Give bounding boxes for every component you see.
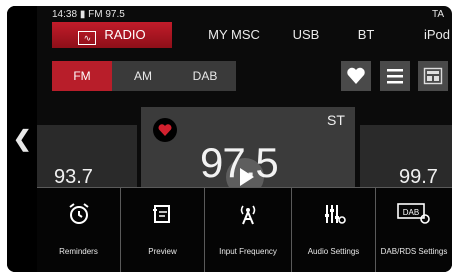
status-bar: 14:38 ▮ FM 97.5 TA bbox=[52, 9, 444, 21]
favorites-button[interactable] bbox=[341, 61, 371, 91]
tab-ipod[interactable]: iPod bbox=[402, 22, 452, 48]
stereo-indicator: ST bbox=[327, 112, 345, 128]
menu-item-label: Audio Settings bbox=[307, 247, 360, 256]
menu-item-input-frequency[interactable]: Input Frequency bbox=[205, 188, 292, 272]
tab-radio[interactable]: ∿ RADIO bbox=[52, 22, 172, 48]
tab-radio-label: RADIO bbox=[104, 27, 146, 42]
radio-wave-icon: ∿ bbox=[78, 31, 97, 45]
band-fm-button[interactable]: FM bbox=[52, 61, 112, 91]
menu-item-audio-settings[interactable]: Audio Settings bbox=[292, 188, 376, 272]
band-am-button[interactable]: AM bbox=[112, 61, 174, 91]
band-selector: FM AM DAB bbox=[52, 61, 236, 91]
chevron-left-icon[interactable]: ❮ bbox=[13, 128, 31, 150]
alarm-icon bbox=[37, 202, 120, 224]
options-menu: Reminders Preview Input Frequency Audio … bbox=[37, 187, 452, 272]
dab-settings-icon: DAB bbox=[376, 202, 452, 224]
ta-indicator: TA bbox=[431, 9, 444, 20]
preview-icon bbox=[121, 202, 204, 224]
menu-item-label: DAB/RDS Settings bbox=[380, 247, 448, 256]
station-list-button[interactable] bbox=[418, 61, 448, 91]
tab-usb[interactable]: USB bbox=[276, 22, 336, 48]
tab-bt[interactable]: BT bbox=[334, 22, 398, 48]
list-button[interactable] bbox=[380, 61, 410, 91]
head-unit-screen: ❮ 14:38 ▮ FM 97.5 TA ∿ RADIO MY MSC USB B… bbox=[7, 6, 452, 272]
menu-item-dab-rds-settings[interactable]: DAB DAB/RDS Settings bbox=[376, 188, 452, 272]
band-dab-button[interactable]: DAB bbox=[174, 61, 236, 91]
prev-station-frequency: 93.7 bbox=[54, 166, 93, 188]
clock: 14:38 bbox=[52, 9, 78, 20]
svg-text:DAB: DAB bbox=[403, 208, 419, 217]
next-station-frequency: 99.7 bbox=[399, 166, 438, 188]
favorite-badge[interactable] bbox=[153, 118, 177, 142]
menu-item-reminders[interactable]: Reminders bbox=[37, 188, 121, 272]
heart-icon bbox=[347, 67, 365, 84]
list-icon bbox=[387, 69, 403, 84]
station-list-icon bbox=[423, 67, 443, 85]
tab-my-music[interactable]: MY MSC bbox=[178, 22, 290, 48]
menu-item-label: Preview bbox=[148, 247, 177, 256]
status-left: 14:38 ▮ FM 97.5 bbox=[52, 9, 125, 20]
menu-item-label: Reminders bbox=[59, 247, 98, 256]
heart-icon bbox=[158, 124, 172, 136]
station-indicator: FM 97.5 bbox=[88, 9, 125, 20]
left-rail: ❮ bbox=[7, 6, 37, 272]
source-tabs: ∿ RADIO MY MSC USB BT iPod bbox=[52, 22, 450, 48]
menu-item-preview[interactable]: Preview bbox=[121, 188, 205, 272]
menu-item-label: Input Frequency bbox=[219, 247, 277, 256]
signal-icon: ▮ bbox=[79, 9, 86, 20]
equalizer-icon bbox=[292, 202, 375, 224]
antenna-icon bbox=[205, 202, 291, 225]
